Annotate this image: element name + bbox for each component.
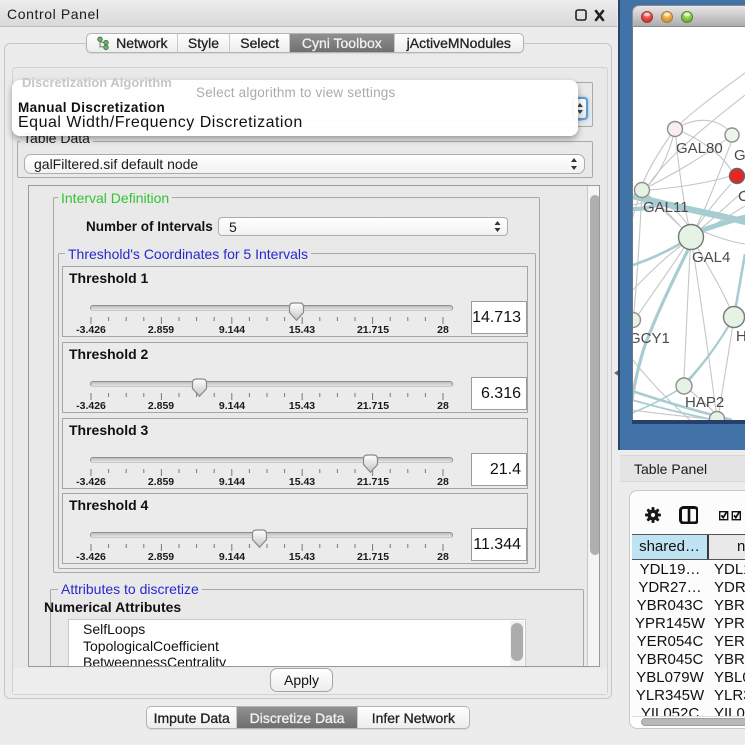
svg-text:HAP2: HAP2 xyxy=(685,394,724,411)
svg-text:H: H xyxy=(736,328,745,345)
svg-text:GAL80: GAL80 xyxy=(676,140,723,157)
svg-text:GAL4: GAL4 xyxy=(692,249,730,266)
svg-text:GA: GA xyxy=(734,147,745,164)
svg-text:C: C xyxy=(738,188,745,205)
svg-text:GAL11: GAL11 xyxy=(643,199,689,216)
svg-text:GCY1: GCY1 xyxy=(633,330,670,347)
